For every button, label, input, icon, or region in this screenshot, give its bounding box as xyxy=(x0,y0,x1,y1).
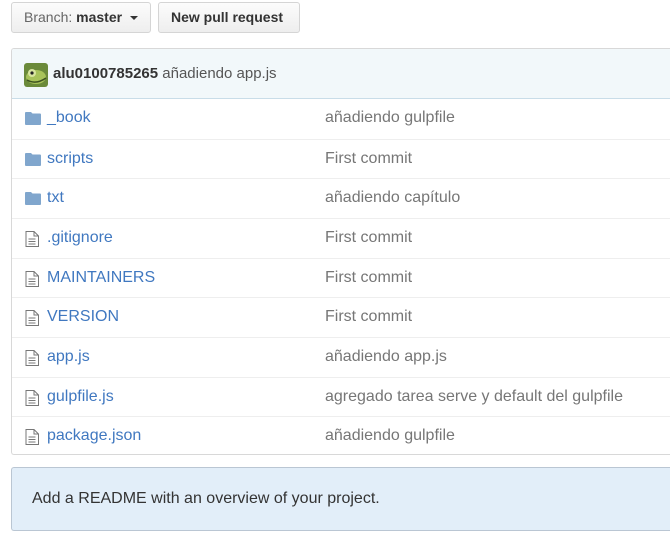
file-row: app.js añadiendo app.js xyxy=(12,336,670,377)
avatar[interactable] xyxy=(24,63,48,87)
file-row: MAINTAINERS First commit xyxy=(12,257,670,298)
caret-down-icon xyxy=(129,16,138,21)
file-commit-message[interactable]: First commit xyxy=(325,308,412,326)
file-list: alu0100785265 añadiendo app.js _book añad… xyxy=(11,48,670,455)
file-row: _book añadiendo gulpfile xyxy=(12,99,670,139)
file-name-link[interactable]: package.json xyxy=(47,427,141,445)
readme-prompt-box: Add a README with an overview of your pr… xyxy=(11,467,670,531)
file-name-link[interactable]: _book xyxy=(47,109,91,127)
file-icon xyxy=(25,349,41,366)
file-row: scripts First commit xyxy=(12,138,670,179)
file-commit-message[interactable]: First commit xyxy=(325,269,412,287)
latest-commit-bar: alu0100785265 añadiendo app.js xyxy=(12,49,670,99)
file-name-link[interactable]: MAINTAINERS xyxy=(47,269,155,287)
file-name-link[interactable]: gulpfile.js xyxy=(47,388,114,406)
folder-icon xyxy=(25,111,41,127)
file-commit-message[interactable]: First commit xyxy=(325,229,412,247)
file-commit-message[interactable]: agregado tarea serve y default del gulpf… xyxy=(325,388,623,406)
latest-commit-text: alu0100785265 añadiendo app.js xyxy=(53,65,277,82)
folder-icon xyxy=(25,191,41,207)
file-commit-message[interactable]: First commit xyxy=(325,150,412,168)
file-row: VERSION First commit xyxy=(12,297,670,337)
readme-prompt-text[interactable]: Add a README with an overview of your pr… xyxy=(32,490,380,508)
file-row: .gitignore First commit xyxy=(12,217,670,258)
file-name-link[interactable]: VERSION xyxy=(47,308,119,326)
branch-select-button[interactable]: Branch: master xyxy=(11,2,151,33)
file-icon xyxy=(25,429,41,446)
file-icon xyxy=(25,389,41,406)
file-name-link[interactable]: txt xyxy=(47,189,64,207)
file-name-link[interactable]: scripts xyxy=(47,150,93,168)
branch-prefix: Branch: xyxy=(24,9,73,25)
commit-author[interactable]: alu0100785265 xyxy=(53,65,158,82)
file-name-link[interactable]: app.js xyxy=(47,348,90,366)
file-icon xyxy=(25,310,41,327)
file-commit-message[interactable]: añadiendo app.js xyxy=(325,348,447,366)
file-icon xyxy=(25,270,41,287)
folder-icon xyxy=(25,152,41,168)
file-icon xyxy=(25,230,41,247)
branch-name: master xyxy=(76,9,123,25)
commit-message[interactable]: añadiendo app.js xyxy=(162,65,276,82)
file-commit-message[interactable]: añadiendo gulpfile xyxy=(325,427,455,445)
file-row: gulpfile.js agregado tarea serve y defaul… xyxy=(12,376,670,417)
new-pull-request-button[interactable]: New pull request xyxy=(158,2,300,33)
file-commit-message[interactable]: añadiendo gulpfile xyxy=(325,109,455,127)
file-row: txt añadiendo capítulo xyxy=(12,178,670,218)
file-name-link[interactable]: .gitignore xyxy=(47,229,113,247)
file-row: package.json añadiendo gulpfile xyxy=(12,416,670,454)
file-commit-message[interactable]: añadiendo capítulo xyxy=(325,189,460,207)
file-rows: _book añadiendo gulpfile scripts First comm… xyxy=(12,99,670,454)
